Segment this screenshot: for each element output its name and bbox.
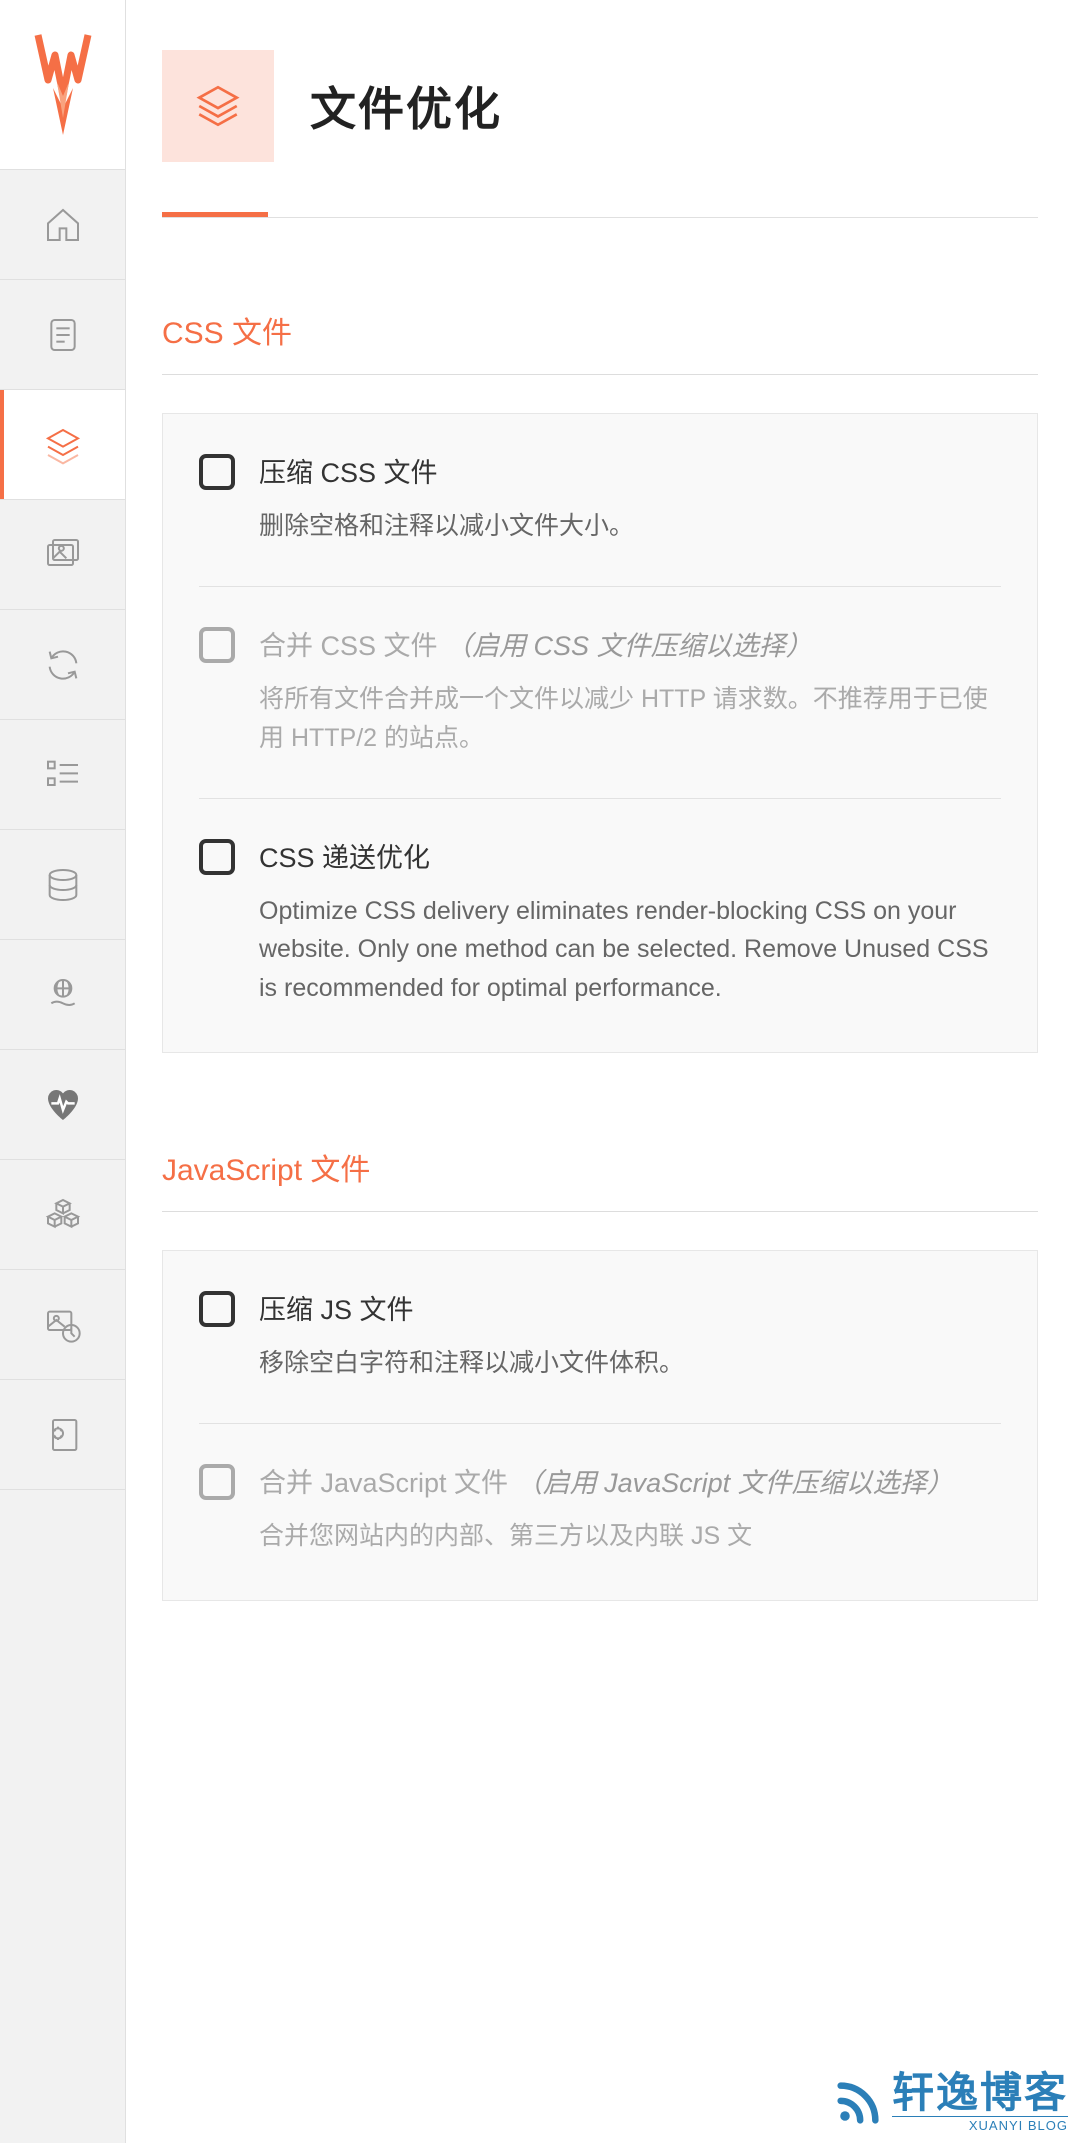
checkbox-optimize-css-delivery[interactable] xyxy=(199,839,235,875)
globe-hand-icon xyxy=(43,975,83,1015)
home-icon xyxy=(43,205,83,245)
sidebar-item-addons[interactable] xyxy=(0,1160,125,1270)
tab-line xyxy=(162,217,1038,218)
layers-icon xyxy=(193,81,243,131)
sidebar-item-advanced-rules[interactable] xyxy=(0,720,125,830)
sidebar-item-dashboard[interactable] xyxy=(0,170,125,280)
sidebar-item-heartbeat[interactable] xyxy=(0,1050,125,1160)
option-combine-js: 合并 JavaScript 文件 （启用 JavaScript 文件压缩以选择）… xyxy=(199,1423,1001,1556)
checkbox-minify-css[interactable] xyxy=(199,454,235,490)
sidebar-item-preload[interactable] xyxy=(0,610,125,720)
wp-rocket-logo-icon xyxy=(33,30,93,140)
document-icon xyxy=(43,315,83,355)
list-icon xyxy=(43,755,83,795)
sidebar-item-file-optimization[interactable] xyxy=(0,390,125,500)
option-label: 合并 JavaScript 文件 （启用 JavaScript 文件压缩以选择） xyxy=(259,1464,1001,1503)
watermark-en: XUANYI BLOG xyxy=(892,2116,1068,2133)
option-optimize-css-delivery: CSS 递送优化 Optimize CSS delivery eliminate… xyxy=(199,798,1001,1008)
refresh-icon xyxy=(43,645,83,685)
sidebar-item-tools[interactable] xyxy=(0,1380,125,1490)
checkbox-combine-css xyxy=(199,627,235,663)
page-title: 文件优化 xyxy=(310,73,502,139)
section-title-js: JavaScript 文件 xyxy=(162,1145,1038,1189)
image-speed-icon xyxy=(43,1305,83,1345)
images-icon xyxy=(43,535,83,575)
watermark-cn: 轩逸博客 xyxy=(892,2072,1068,2114)
option-label: 压缩 CSS 文件 xyxy=(259,454,1001,493)
header-icon-box xyxy=(162,50,274,162)
gear-document-icon xyxy=(43,1415,83,1455)
sidebar xyxy=(0,0,126,2143)
checkbox-minify-js[interactable] xyxy=(199,1291,235,1327)
rss-icon xyxy=(832,2077,884,2129)
sidebar-item-media[interactable] xyxy=(0,500,125,610)
option-label: 合并 CSS 文件 （启用 CSS 文件压缩以选择） xyxy=(259,627,1001,666)
option-desc: Optimize CSS delivery eliminates render-… xyxy=(259,892,1001,1008)
panel-css: 压缩 CSS 文件 删除空格和注释以减小文件大小。 合并 CSS 文件 （启用 … xyxy=(162,413,1038,1053)
option-desc: 将所有文件合并成一个文件以减少 HTTP 请求数。不推荐用于已使用 HTTP/2… xyxy=(259,680,1001,758)
layers-icon xyxy=(43,425,83,465)
option-desc: 移除空白字符和注释以减小文件体积。 xyxy=(259,1344,1001,1383)
heartbeat-icon xyxy=(43,1085,83,1125)
cubes-icon xyxy=(43,1195,83,1235)
section-title-css: CSS 文件 xyxy=(162,308,1038,352)
sidebar-item-database[interactable] xyxy=(0,830,125,940)
page-header: 文件优化 xyxy=(162,50,1038,162)
checkbox-combine-js xyxy=(199,1464,235,1500)
option-desc: 删除空格和注释以减小文件大小。 xyxy=(259,507,1001,546)
sidebar-item-cdn[interactable] xyxy=(0,940,125,1050)
option-label: 压缩 JS 文件 xyxy=(259,1291,1001,1330)
sidebar-item-image-optimization[interactable] xyxy=(0,1270,125,1380)
option-minify-css: 压缩 CSS 文件 删除空格和注释以减小文件大小。 xyxy=(199,454,1001,586)
section-divider xyxy=(162,374,1038,375)
database-icon xyxy=(43,865,83,905)
option-combine-css: 合并 CSS 文件 （启用 CSS 文件压缩以选择） 将所有文件合并成一个文件以… xyxy=(199,586,1001,798)
option-label: CSS 递送优化 xyxy=(259,839,1001,878)
option-minify-js: 压缩 JS 文件 移除空白字符和注释以减小文件体积。 xyxy=(199,1291,1001,1423)
sidebar-logo xyxy=(0,0,125,170)
main-content: 文件优化 CSS 文件 压缩 CSS 文件 删除空格和注释以减小文件大小。 合并… xyxy=(126,0,1078,2143)
option-desc: 合并您网站内的内部、第三方以及内联 JS 文 xyxy=(259,1517,1001,1556)
sidebar-item-cache[interactable] xyxy=(0,280,125,390)
panel-js: 压缩 JS 文件 移除空白字符和注释以减小文件体积。 合并 JavaScript… xyxy=(162,1250,1038,1601)
watermark: 轩逸博客 XUANYI BLOG xyxy=(832,2072,1068,2133)
section-divider xyxy=(162,1211,1038,1212)
